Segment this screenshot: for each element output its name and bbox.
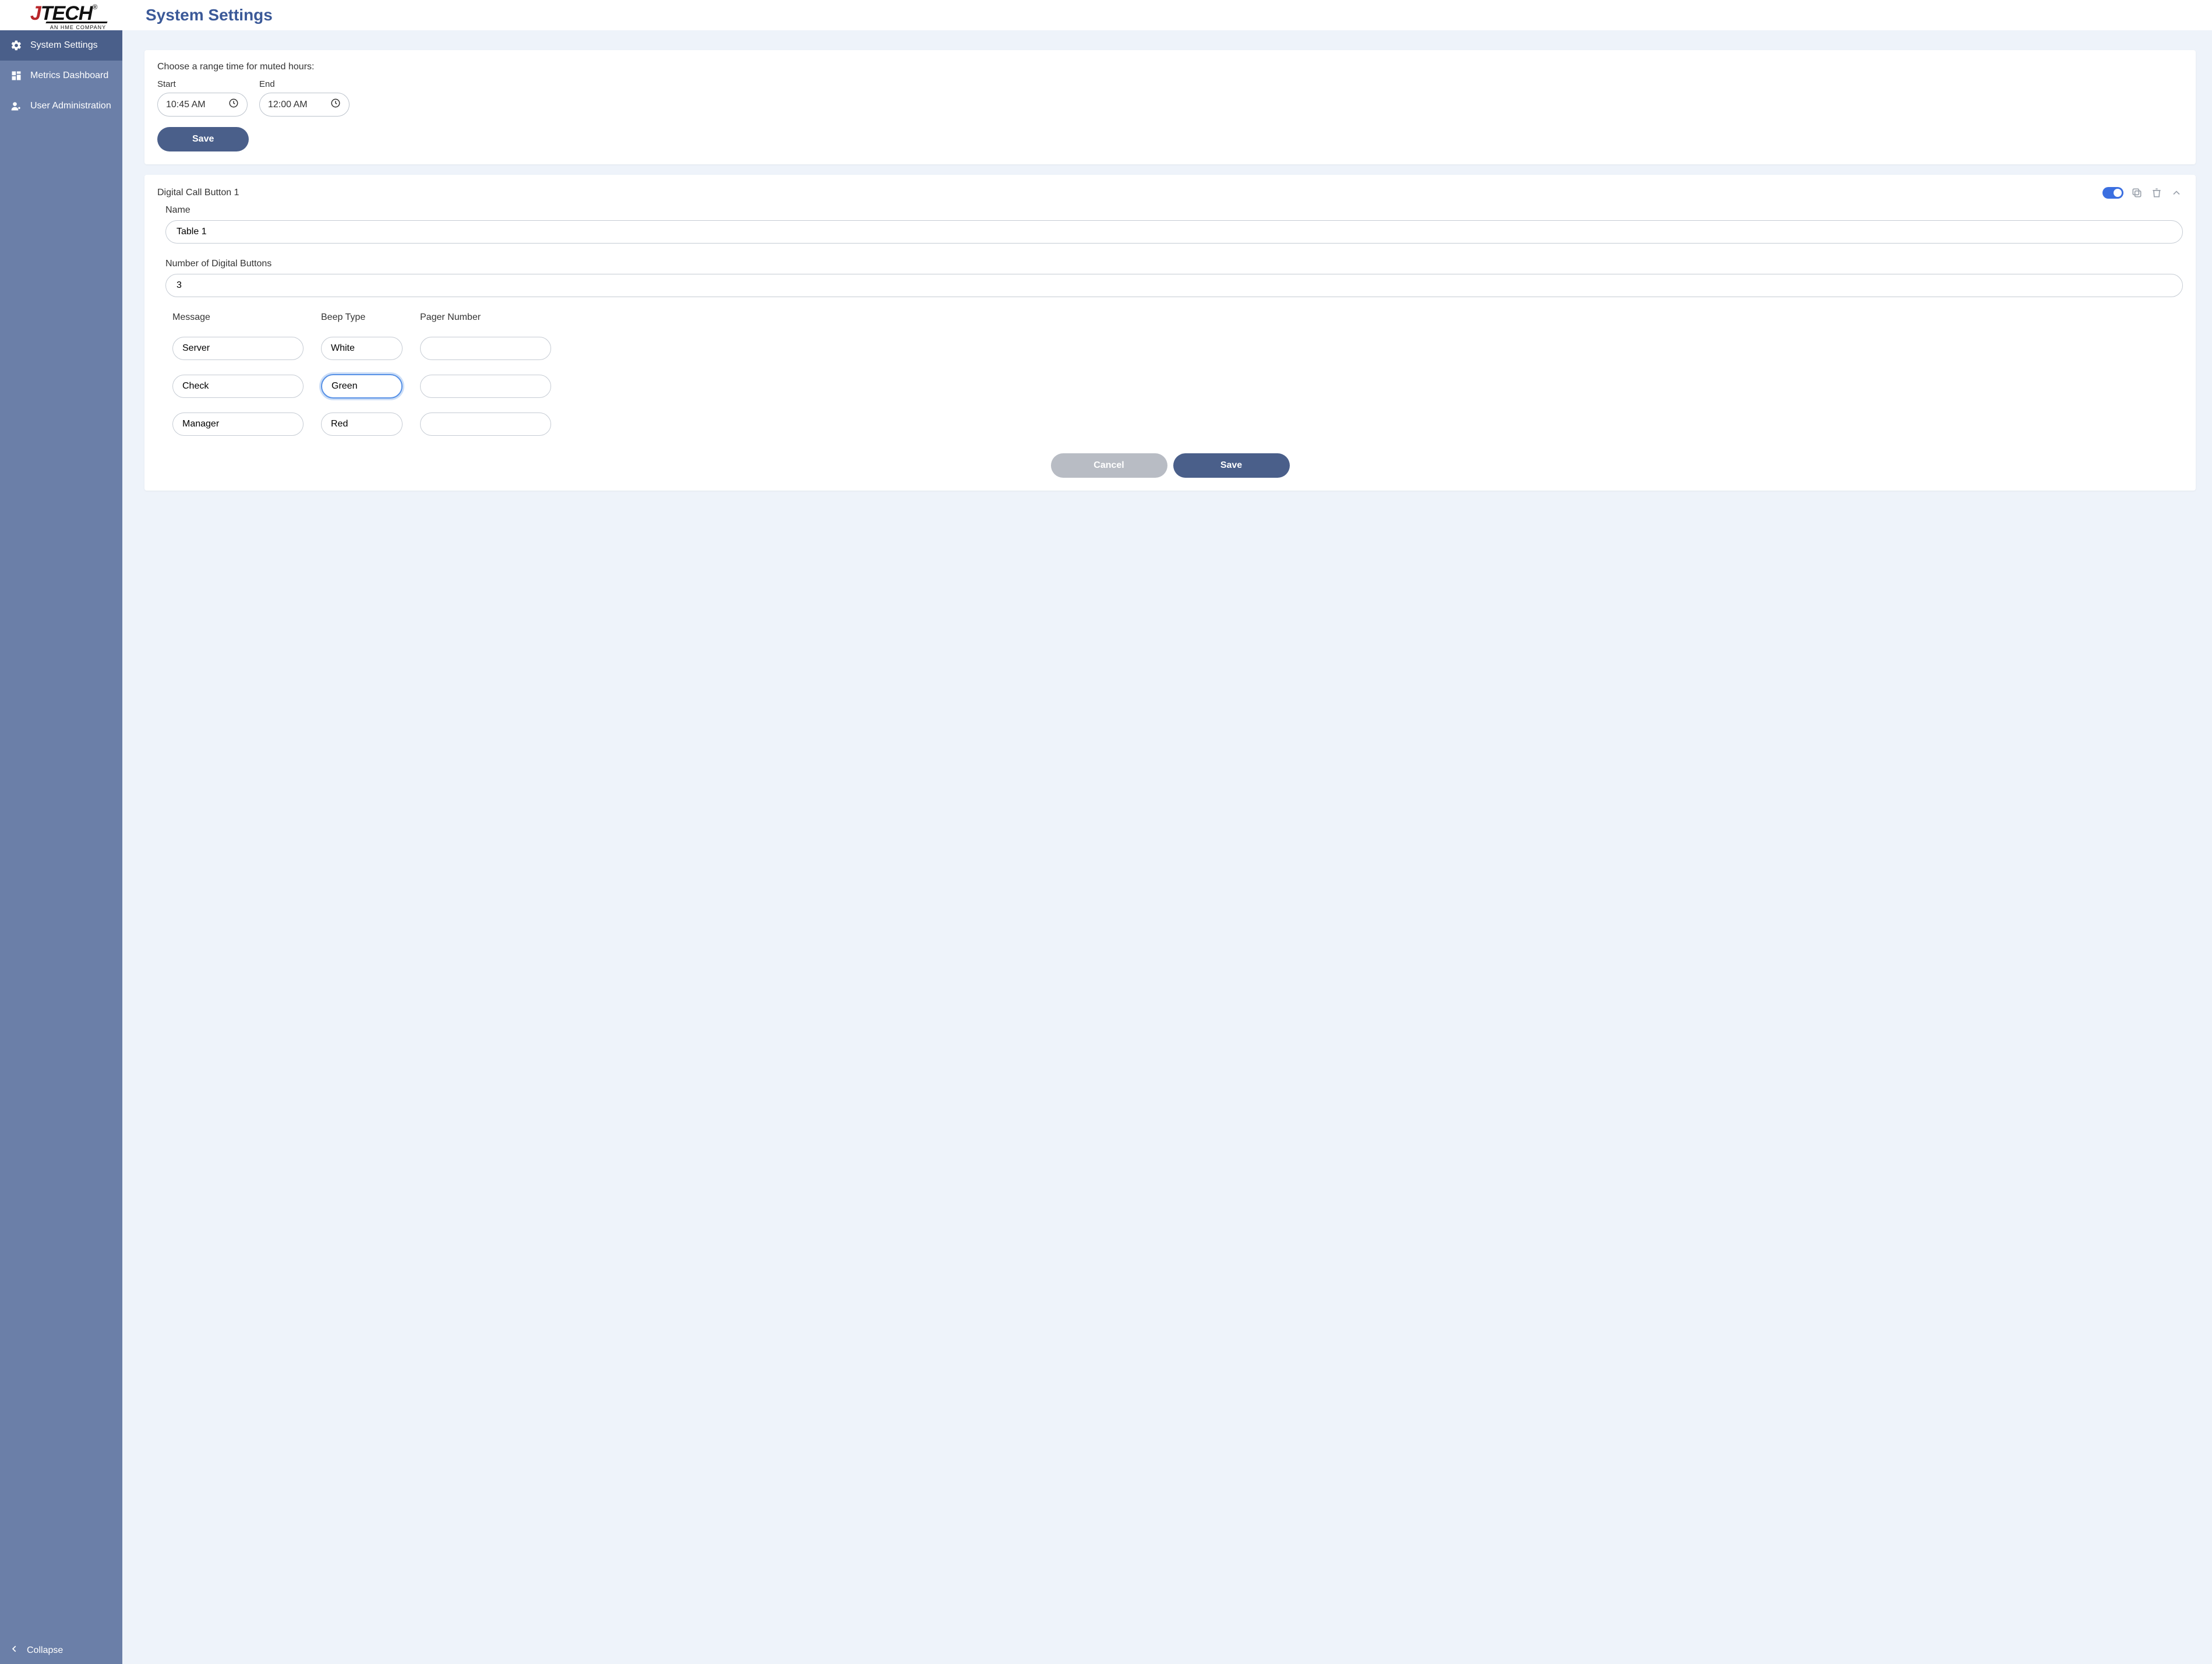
dcb-save-button[interactable]: Save [1173,453,1290,478]
pager-input-3[interactable] [420,413,551,436]
message-input-3[interactable] [172,413,304,436]
logo-accent [19,22,107,23]
dcb-enable-toggle[interactable] [2102,187,2123,199]
muted-start-input[interactable]: 10:45 AM [157,93,248,117]
muted-end-label: End [259,79,350,89]
dcb-name-label: Name [165,205,2183,216]
col-header-message: Message [172,312,304,323]
muted-hours-card: Choose a range time for muted hours: Sta… [144,50,2196,164]
chevron-up-icon[interactable] [2170,186,2183,199]
trash-icon[interactable] [2150,186,2163,199]
pager-input-1[interactable] [420,337,551,360]
user-admin-icon [10,100,22,112]
sidebar-item-label: User Administration [30,101,111,111]
chevron-left-icon [10,1645,19,1656]
sidebar: System Settings Metrics Dashboard User A… [0,30,122,1664]
beep-input-3[interactable] [321,413,403,436]
muted-end-value: 12:00 AM [268,100,308,110]
dcb-count-input[interactable] [165,274,2183,297]
gear-icon [10,40,22,51]
dashboard-icon [10,70,22,82]
muted-start-label: Start [157,79,248,89]
dcb-cancel-button[interactable]: Cancel [1051,453,1167,478]
beep-input-2[interactable] [321,374,403,399]
sidebar-item-metrics-dashboard[interactable]: Metrics Dashboard [0,61,122,91]
sidebar-item-label: System Settings [30,40,98,51]
page-title: System Settings [146,6,2200,24]
copy-icon[interactable] [2130,186,2143,199]
sidebar-collapse[interactable]: Collapse [0,1637,122,1664]
message-input-1[interactable] [172,337,304,360]
sidebar-item-user-administration[interactable]: User Administration [0,91,122,121]
pager-input-2[interactable] [420,375,551,398]
sidebar-item-label: Metrics Dashboard [30,70,108,81]
logo: JTECH® AN HME COMPANY [0,0,122,30]
muted-end-input[interactable]: 12:00 AM [259,93,350,117]
message-input-2[interactable] [172,375,304,398]
col-header-pager: Pager Number [420,312,551,323]
sidebar-item-system-settings[interactable]: System Settings [0,30,122,61]
sidebar-collapse-label: Collapse [27,1645,63,1656]
muted-save-button[interactable]: Save [157,127,249,151]
col-header-beep: Beep Type [321,312,403,323]
logo-sub: AN HME COMPANY [50,24,106,30]
muted-start-value: 10:45 AM [166,100,206,110]
dcb-count-label: Number of Digital Buttons [165,259,2183,269]
beep-input-1[interactable] [321,337,403,360]
logo-reg: ® [92,3,97,11]
clock-icon [330,98,341,111]
muted-hours-prompt: Choose a range time for muted hours: [157,62,2183,72]
dcb-name-input[interactable] [165,220,2183,244]
clock-icon [228,98,239,111]
digital-call-button-card: Digital Call Button 1 Name Number of Dig… [144,175,2196,491]
dcb-title: Digital Call Button 1 [157,188,2095,198]
